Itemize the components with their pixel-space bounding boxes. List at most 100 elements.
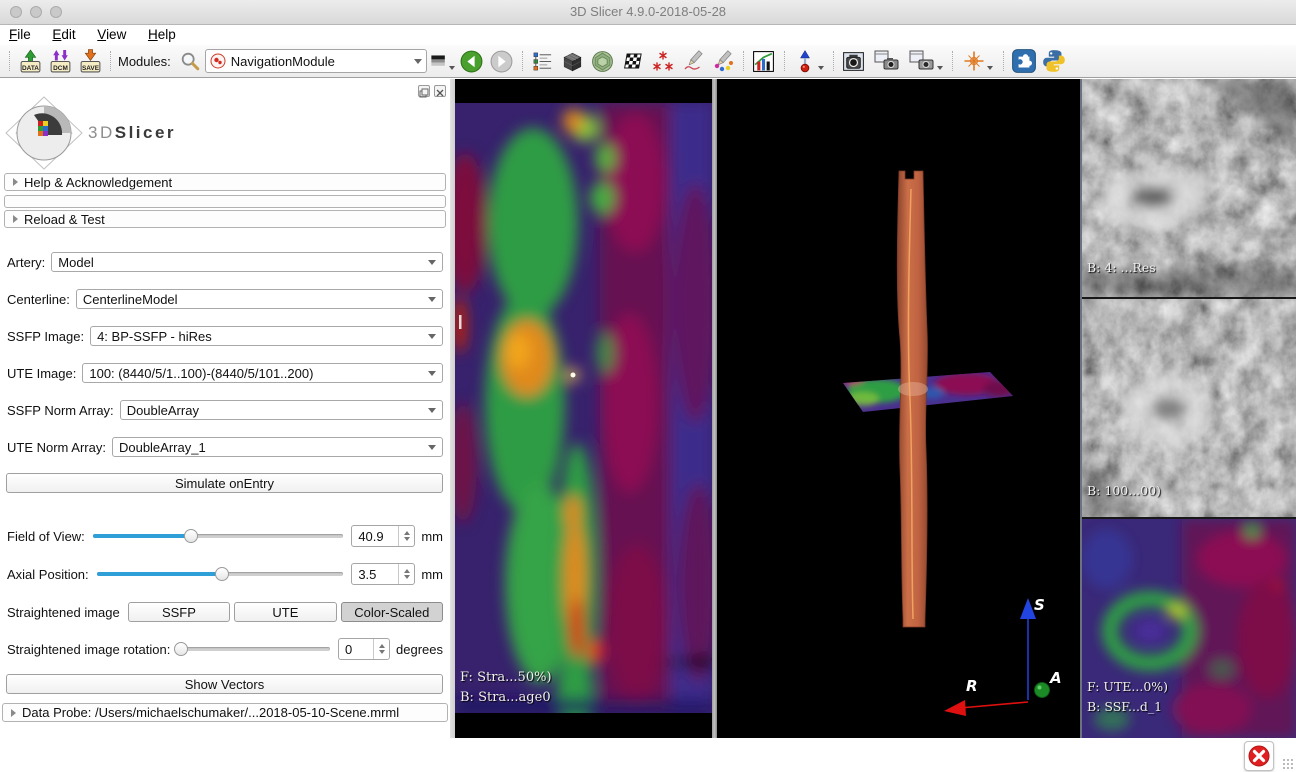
axis-a-ball (1035, 683, 1050, 698)
ssfp-norm-array-selector[interactable]: DoubleArray (120, 400, 443, 420)
spin-down-icon[interactable] (379, 650, 385, 654)
volumes-module-button[interactable] (560, 48, 586, 74)
colors-module-button[interactable] (710, 48, 736, 74)
slider-groove[interactable] (178, 647, 330, 651)
module-selector[interactable]: NavigationModule (205, 49, 427, 73)
ssfp-button[interactable]: SSFP (128, 602, 230, 622)
axial-position-value[interactable]: 3.5 (352, 564, 398, 584)
slider-handle[interactable] (184, 529, 198, 543)
ssfp-norm-array-value: DoubleArray (127, 403, 428, 418)
red-slice-view[interactable]: B: 4: ...Res (1082, 79, 1296, 297)
python-console-button[interactable] (1041, 48, 1067, 74)
ute-norm-array-selector[interactable]: DoubleArray_1 (112, 437, 443, 457)
panel-undock-icon[interactable] (418, 85, 430, 97)
module-selector-value: NavigationModule (231, 54, 414, 69)
rotation-spinbox[interactable]: 0 (338, 638, 390, 660)
field-of-view-label: Field of View: (7, 529, 85, 544)
spin-arrows[interactable] (373, 639, 389, 659)
ssfp-image-selector[interactable]: 4: BP-SSFP - hiRes (90, 326, 443, 346)
spin-down-icon[interactable] (404, 575, 410, 579)
show-vectors-button[interactable]: Show Vectors (6, 674, 443, 694)
colors-icon (711, 49, 735, 73)
straightened-image-row: Straightened image SSFP UTE Color-Scaled (7, 601, 443, 623)
save-button[interactable]: SAVE (77, 48, 103, 74)
field-of-view-value[interactable]: 40.9 (352, 526, 398, 546)
simulate-onentry-label: Simulate onEntry (175, 476, 274, 491)
slider-handle[interactable] (215, 567, 229, 581)
charts-button[interactable] (751, 48, 777, 74)
yellow-slice-view[interactable]: B: 100...00) (1082, 299, 1296, 517)
resize-grip[interactable] (1282, 758, 1294, 770)
ute-image-selector[interactable]: 100: (8440/5/1..100)-(8440/5/101..200) (82, 363, 443, 383)
menu-help[interactable]: Help (139, 25, 185, 44)
help-acknowledgement-section[interactable]: Help & Acknowledgement (4, 173, 446, 191)
spin-up-icon[interactable] (404, 531, 410, 535)
error-log-button[interactable] (1244, 741, 1274, 771)
modules-label: Modules: (118, 54, 171, 69)
centerline-selector[interactable]: CenterlineModel (76, 289, 443, 309)
data-probe-section[interactable]: Data Probe: /Users/michaelschumaker/...2… (2, 703, 448, 722)
spin-arrows[interactable] (398, 564, 414, 584)
markups-module-button[interactable] (650, 48, 676, 74)
empty-section-bar[interactable] (4, 195, 446, 208)
transforms-module-button[interactable] (620, 48, 646, 74)
layout-selector-button[interactable] (429, 48, 455, 74)
navigation-arrow-button[interactable] (792, 48, 826, 74)
rotation-slider[interactable] (178, 640, 330, 658)
ute-norm-array-label: UTE Norm Array: (7, 440, 106, 455)
history-back-button[interactable] (459, 48, 485, 74)
straightened-slice-view[interactable]: F: Stra...50%) B: Stra...age0 (455, 79, 712, 738)
module-search-button[interactable] (177, 48, 203, 74)
color-scaled-button[interactable]: Color-Scaled (341, 602, 443, 622)
load-data-button[interactable]: DATA (17, 48, 43, 74)
axial-position-row: Axial Position: 3.5 mm (7, 563, 443, 585)
menu-edit[interactable]: Edit (43, 25, 84, 44)
spin-arrows[interactable] (398, 526, 414, 546)
rotation-value[interactable]: 0 (339, 639, 373, 659)
logo-text-slicer: Slicer (115, 123, 176, 142)
field-of-view-row: Field of View: 40.9 mm (7, 525, 443, 547)
field-of-view-slider[interactable] (93, 527, 344, 545)
crosshair-button[interactable] (960, 48, 996, 74)
menu-file[interactable]: File (0, 25, 40, 44)
axial-position-spinbox[interactable]: 3.5 (351, 563, 415, 585)
ssfp-image-label: SSFP Image: (7, 329, 84, 344)
models-icon (590, 49, 615, 74)
panel-close-icon[interactable] (434, 85, 446, 97)
axis-a-label: A (1049, 669, 1062, 687)
module-hierarchy-button[interactable] (530, 48, 556, 74)
extensions-manager-button[interactable] (1011, 48, 1037, 74)
spin-up-icon[interactable] (379, 644, 385, 648)
spin-up-icon[interactable] (404, 569, 410, 573)
models-module-button[interactable] (590, 48, 616, 74)
menu-bar: File Edit View Help (0, 25, 1296, 45)
reload-test-section[interactable]: Reload & Test (4, 210, 446, 228)
straightened-image-label: Straightened image (7, 605, 120, 620)
menu-view[interactable]: View (88, 25, 135, 44)
simulate-onentry-button[interactable]: Simulate onEntry (6, 473, 443, 493)
history-forward-button[interactable] (489, 48, 515, 74)
annotations-module-button[interactable] (680, 48, 706, 74)
screenshot-button[interactable] (841, 48, 867, 74)
load-dicom-button[interactable]: DCM (47, 48, 73, 74)
chevron-down-icon (428, 334, 436, 339)
tube-plane-intersection (898, 382, 928, 396)
threed-view[interactable]: S R A (717, 79, 1080, 738)
green-slice-background-label: B: SSF...d_1 (1087, 699, 1162, 714)
navigation-module-icon (210, 53, 226, 69)
ute-button[interactable]: UTE (234, 602, 336, 622)
slider-handle[interactable] (174, 642, 188, 656)
chevron-down-icon (414, 59, 422, 64)
green-slice-view[interactable]: F: UTE...0%) B: SSF...d_1 (1082, 519, 1296, 738)
scene-view-restore-button[interactable] (907, 48, 945, 74)
spin-down-icon[interactable] (404, 537, 410, 541)
toolbar-handle[interactable] (9, 51, 10, 71)
dicom-icon: DCM (48, 49, 73, 74)
expand-arrow-icon (13, 215, 18, 223)
status-bar (0, 738, 1296, 772)
field-of-view-spinbox[interactable]: 40.9 (351, 525, 415, 547)
scene-view-button[interactable] (871, 48, 903, 74)
artery-selector[interactable]: Model (51, 252, 443, 272)
axial-position-slider[interactable] (97, 565, 344, 583)
chevron-down-icon (428, 297, 436, 302)
